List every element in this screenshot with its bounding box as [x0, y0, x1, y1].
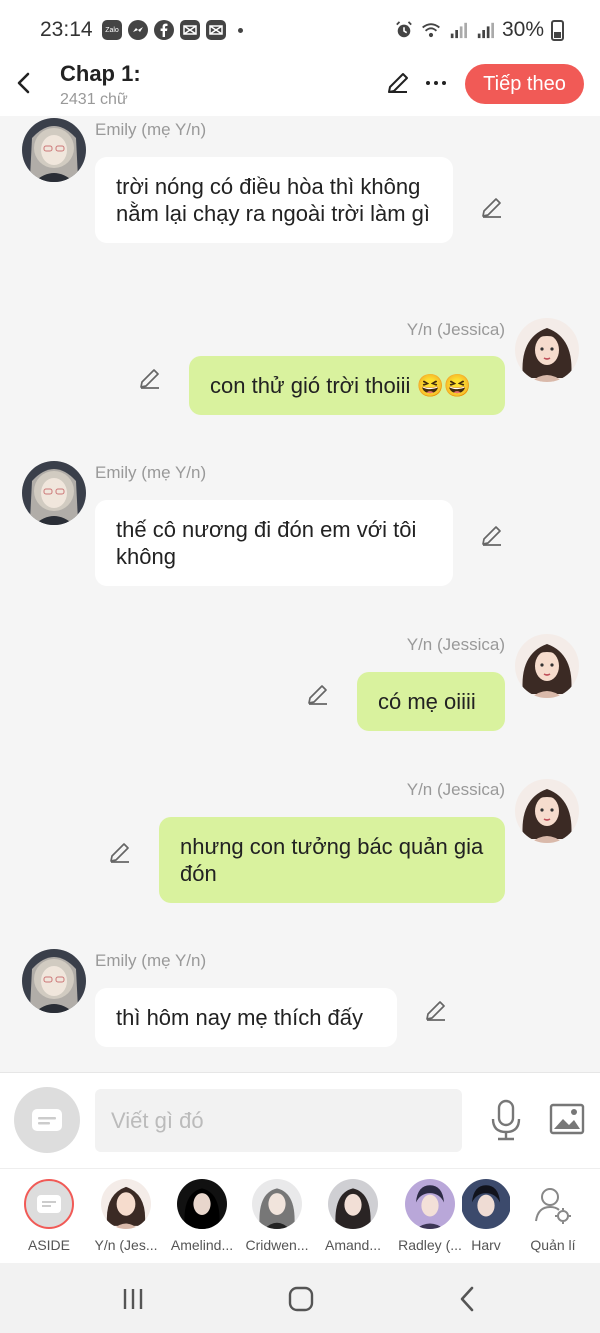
sender-name: Emily (mẹ Y/n)	[95, 120, 207, 139]
character-avatar	[252, 1179, 302, 1229]
avatar-jessica[interactable]	[515, 634, 579, 698]
sender-name: Emily (mẹ Y/n)	[95, 951, 207, 970]
next-button[interactable]: Tiếp theo	[465, 64, 584, 104]
facebook-icon	[154, 20, 174, 40]
messenger-icon	[128, 20, 148, 40]
character-avatar	[462, 1179, 510, 1229]
chapter-header: Chap 1: 2431 chữ Tiếp theo	[0, 58, 600, 116]
message-composer	[0, 1072, 600, 1168]
message-bubble[interactable]: có mẹ oiiii	[357, 672, 505, 731]
aside-icon	[24, 1179, 74, 1229]
message-bubble[interactable]: trời nóng có điều hòa thì không nằm lại …	[95, 157, 453, 243]
back-arrow-icon[interactable]	[12, 68, 36, 98]
microphone-icon[interactable]	[488, 1099, 524, 1141]
avatar-jessica[interactable]	[515, 318, 579, 382]
sender-name: Y/n (Jessica)	[406, 635, 505, 654]
sender-name: Emily (mẹ Y/n)	[95, 463, 207, 482]
avatar-emily[interactable]	[22, 118, 86, 182]
message-bubble[interactable]: thì hôm nay mẹ thích đấy	[95, 988, 397, 1047]
status-time: 23:14	[40, 18, 93, 41]
character-avatar	[328, 1179, 378, 1229]
home-icon[interactable]	[285, 1283, 317, 1315]
chapter-title: Chap 1:	[60, 61, 141, 86]
avatar-emily[interactable]	[22, 461, 86, 525]
character-harv[interactable]: Harv	[462, 1177, 510, 1262]
capcut-icon	[180, 20, 200, 40]
battery-percent: 30%	[501, 18, 544, 41]
notification-icons: Zalo	[102, 20, 243, 40]
recent-apps-icon[interactable]	[117, 1283, 149, 1315]
character-avatar	[101, 1179, 151, 1229]
message-bubble[interactable]: con thử gió trời thoiii 😆😆	[189, 356, 505, 415]
battery-icon	[551, 19, 564, 41]
aside-toggle-button[interactable]	[14, 1087, 80, 1153]
message-input-box[interactable]	[95, 1089, 462, 1152]
edit-message-icon[interactable]	[480, 524, 504, 548]
edit-message-icon[interactable]	[108, 841, 132, 865]
image-icon[interactable]	[549, 1102, 585, 1136]
message-bubble[interactable]: nhưng con tưởng bác quản gia đón	[159, 817, 505, 903]
edit-message-icon[interactable]	[138, 367, 162, 391]
character-avatar	[405, 1179, 455, 1229]
edit-pencil-icon[interactable]	[385, 70, 411, 96]
more-notifications-dot	[238, 27, 243, 33]
character-selector: ASIDE Y/n (Jes... Amelind... Cridwen... …	[0, 1168, 600, 1263]
signal-icon	[477, 22, 494, 39]
character-avatar	[177, 1179, 227, 1229]
manage-characters-button[interactable]: Quản lí	[508, 1177, 598, 1262]
edit-message-icon[interactable]	[480, 196, 504, 220]
character-label: Quản lí	[530, 1237, 576, 1253]
message-input[interactable]	[95, 1089, 462, 1152]
word-count: 2431 chữ	[60, 91, 128, 108]
back-icon[interactable]	[452, 1283, 484, 1315]
sender-name: Y/n (Jessica)	[406, 780, 505, 799]
chat-thread: Emily (mẹ Y/n) trời nóng có điều hòa thì…	[0, 116, 600, 1072]
signal-icon	[450, 22, 467, 39]
edit-message-icon[interactable]	[306, 683, 330, 707]
avatar-emily[interactable]	[22, 949, 86, 1013]
capcut-icon	[206, 20, 226, 40]
alarm-icon	[396, 21, 412, 38]
sender-name: Y/n (Jessica)	[406, 320, 505, 339]
wifi-icon	[422, 23, 440, 38]
avatar-jessica[interactable]	[515, 779, 579, 843]
status-bar: 23:14 Zalo 30%	[0, 0, 600, 58]
more-options-icon[interactable]	[425, 70, 447, 96]
zalo-icon: Zalo	[102, 20, 122, 40]
message-icon	[32, 1109, 62, 1131]
character-label: Harv	[471, 1237, 501, 1253]
system-nav-bar	[0, 1263, 600, 1333]
edit-message-icon[interactable]	[424, 999, 448, 1023]
manage-characters-icon	[528, 1179, 578, 1229]
message-bubble[interactable]: thế cô nương đi đón em với tôi không	[95, 500, 453, 586]
